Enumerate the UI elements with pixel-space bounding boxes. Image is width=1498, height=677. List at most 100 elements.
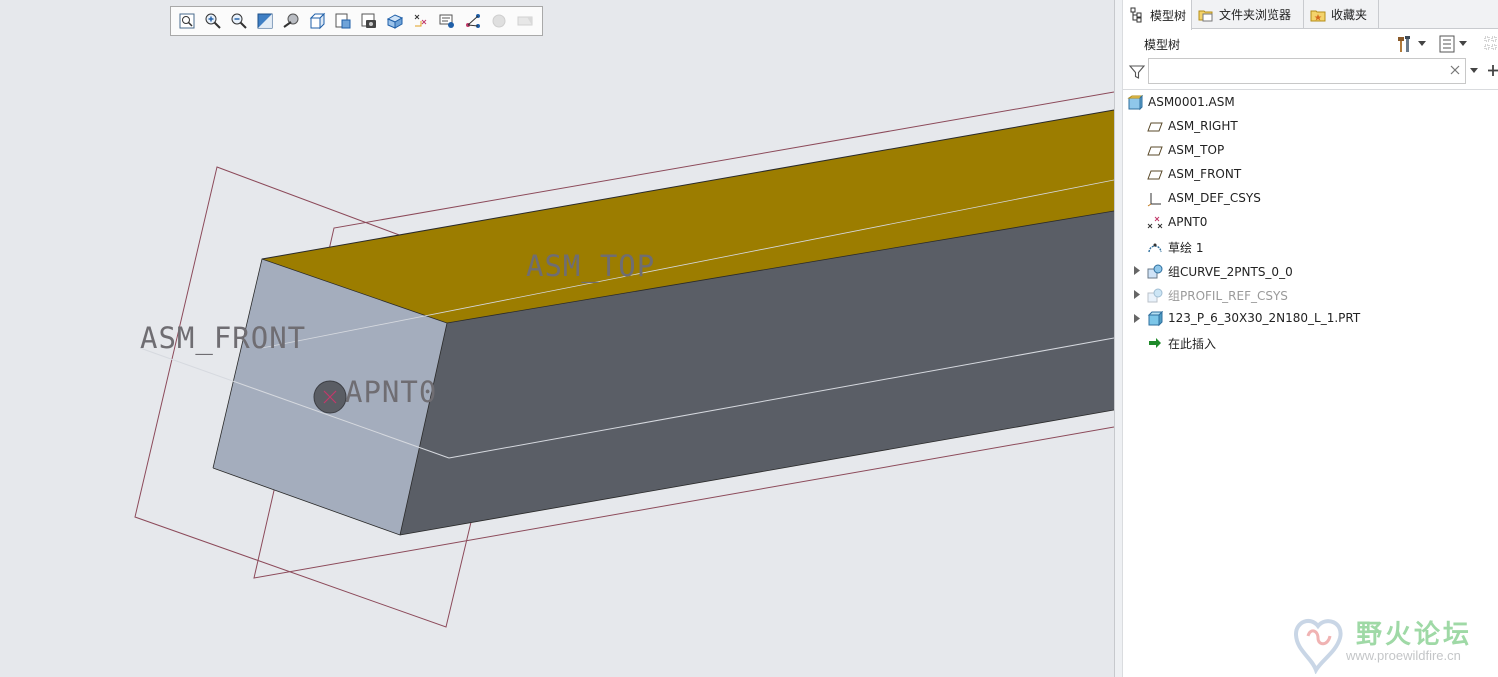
datum-display-filters-icon	[414, 14, 427, 27]
model-tree: ASM0001.ASM ASM_RIGHT ASM_TOP ASM_FRONT ASM_…	[1123, 89, 1498, 677]
display-style-button[interactable]	[305, 9, 329, 33]
view-manager-button[interactable]	[357, 9, 381, 33]
tree-node-label: ASM_DEF_CSYS	[1168, 191, 1261, 205]
forum-watermark: 野火论坛 www.proewildfire.cn	[1288, 610, 1498, 677]
tree-node-label: ASM_TOP	[1168, 143, 1225, 157]
tree-node-label: ASM0001.ASM	[1148, 95, 1235, 109]
graphics-viewport[interactable]: ASM_FRONT ASM_TOP APNT0	[0, 0, 1114, 677]
datum-display-filters-button[interactable]	[409, 9, 433, 33]
tree-node[interactable]: ASM_FRONT	[1123, 163, 1498, 187]
folder-browser-icon	[1198, 10, 1213, 21]
tree-node[interactable]: 草绘 1	[1123, 235, 1498, 259]
perspective-view-button[interactable]	[383, 9, 407, 33]
close-icon[interactable]	[1449, 64, 1461, 76]
favorites-icon	[1310, 10, 1326, 21]
tree-title: 模型树	[1144, 38, 1181, 52]
repaint-icon	[257, 13, 273, 29]
datum-plane-icon	[1147, 170, 1163, 180]
grid-layout-icon	[1484, 36, 1497, 50]
group-icon	[1147, 288, 1163, 303]
part-icon	[1147, 311, 1163, 327]
asm-front-label[interactable]: ASM_FRONT	[140, 321, 306, 356]
tree-node-label: ASM_FRONT	[1168, 167, 1242, 181]
tab-label: 文件夹浏览器	[1219, 8, 1292, 22]
watermark-url: www.proewildfire.cn	[1346, 648, 1461, 663]
model-tree-icon	[1130, 7, 1142, 23]
coordinate-system-icon	[1147, 193, 1161, 207]
zoom-in-button[interactable]	[201, 9, 225, 33]
tree-node-label: APNT0	[1168, 215, 1208, 229]
chevron-down-icon	[1459, 41, 1467, 46]
tab-model-tree[interactable]: 模型树	[1123, 0, 1192, 30]
datum-point-icon	[1147, 216, 1163, 229]
tab-label: 收藏夹	[1331, 8, 1368, 22]
model-display-icon	[466, 14, 480, 28]
application-window: ASM_FRONT ASM_TOP APNT0 模型树 文件夹浏览器 收藏夹 模…	[0, 0, 1498, 677]
tree-node-label: 组PROFIL_REF_CSYS	[1168, 289, 1288, 303]
saved-orientations-button[interactable]	[331, 9, 355, 33]
panel-splitter[interactable]	[1114, 0, 1123, 677]
tree-node[interactable]: 在此插入	[1123, 331, 1498, 355]
expand-arrow-icon[interactable]	[1132, 266, 1141, 275]
model-scene[interactable]: ASM_FRONT ASM_TOP APNT0	[0, 0, 1114, 677]
tab-folder-browser[interactable]: 文件夹浏览器	[1192, 0, 1304, 29]
tree-search-input[interactable]	[1148, 58, 1466, 84]
display-style-icon	[309, 12, 326, 30]
chevron-down-icon[interactable]	[1469, 67, 1479, 75]
measure-icon	[517, 16, 533, 26]
tree-layout-button[interactable]	[1483, 34, 1498, 54]
zoom-out-button[interactable]	[227, 9, 251, 33]
tree-node-label: 草绘 1	[1168, 241, 1204, 255]
apnt0-label[interactable]: APNT0	[345, 375, 437, 409]
tree-header: 模型树	[1123, 29, 1498, 57]
view-manager-icon	[361, 13, 376, 28]
model-display-button[interactable]	[461, 9, 485, 33]
tree-node-label: 组CURVE_2PNTS_0_0	[1168, 265, 1293, 279]
tree-node-label: 在此插入	[1168, 337, 1217, 351]
measure-button[interactable]	[513, 9, 537, 33]
graphics-toolbar	[170, 6, 543, 36]
tab-favorites[interactable]: 收藏夹	[1304, 0, 1379, 29]
tree-filter-row	[1123, 57, 1498, 87]
tab-label: 模型树	[1150, 8, 1187, 23]
refit-button[interactable]	[175, 9, 199, 33]
zoom-out-icon	[231, 13, 247, 29]
appearance-icon	[492, 14, 506, 28]
datum-plane-icon	[1147, 122, 1163, 132]
repaint-button[interactable]	[253, 9, 277, 33]
tree-settings-button[interactable]	[1395, 34, 1426, 54]
datum-plane-icon	[1147, 146, 1163, 156]
insert-here-arrow-icon	[1149, 338, 1161, 348]
tree-node-label: 123_P_6_30X30_2N180_L_1.PRT	[1168, 311, 1361, 325]
asm-top-label[interactable]: ASM_TOP	[526, 249, 655, 284]
annotation-display-icon	[439, 14, 454, 28]
tree-node[interactable]: 组PROFIL_REF_CSYS	[1123, 283, 1498, 307]
tree-node[interactable]: 组CURVE_2PNTS_0_0	[1123, 259, 1498, 283]
tree-node[interactable]: ASM0001.ASM	[1123, 91, 1498, 115]
chevron-down-icon	[1418, 41, 1426, 46]
annotation-display-button[interactable]	[435, 9, 459, 33]
spin-center-button[interactable]	[279, 9, 303, 33]
perspective-view-icon	[386, 14, 404, 29]
tree-node[interactable]: ASM_DEF_CSYS	[1123, 187, 1498, 211]
navigator-tabs: 模型树 文件夹浏览器 收藏夹	[1123, 0, 1498, 30]
tree-node-label: ASM_RIGHT	[1168, 119, 1238, 133]
tree-node[interactable]: ASM_RIGHT	[1123, 115, 1498, 139]
appearance-button[interactable]	[487, 9, 511, 33]
flame-logo-icon	[1293, 618, 1343, 674]
expand-arrow-icon[interactable]	[1132, 314, 1141, 323]
tree-node[interactable]: 123_P_6_30X30_2N180_L_1.PRT	[1123, 307, 1498, 331]
tree-columns-button[interactable]	[1438, 34, 1467, 54]
list-settings-icon	[1439, 35, 1455, 53]
tools-icon	[1398, 36, 1410, 52]
group-icon	[1147, 264, 1163, 279]
assembly-icon	[1127, 95, 1143, 111]
watermark-title: 野火论坛	[1356, 620, 1473, 650]
refit-icon	[179, 13, 195, 29]
tree-node[interactable]: ASM_TOP	[1123, 139, 1498, 163]
navigator-panel: 模型树 文件夹浏览器 收藏夹 模型树 ASM0001.ASM ASM_RIGHT…	[1123, 0, 1498, 677]
plus-icon[interactable]	[1487, 64, 1498, 77]
tree-node[interactable]: APNT0	[1123, 211, 1498, 235]
expand-arrow-icon[interactable]	[1132, 290, 1141, 299]
filter-icon[interactable]	[1128, 63, 1146, 81]
